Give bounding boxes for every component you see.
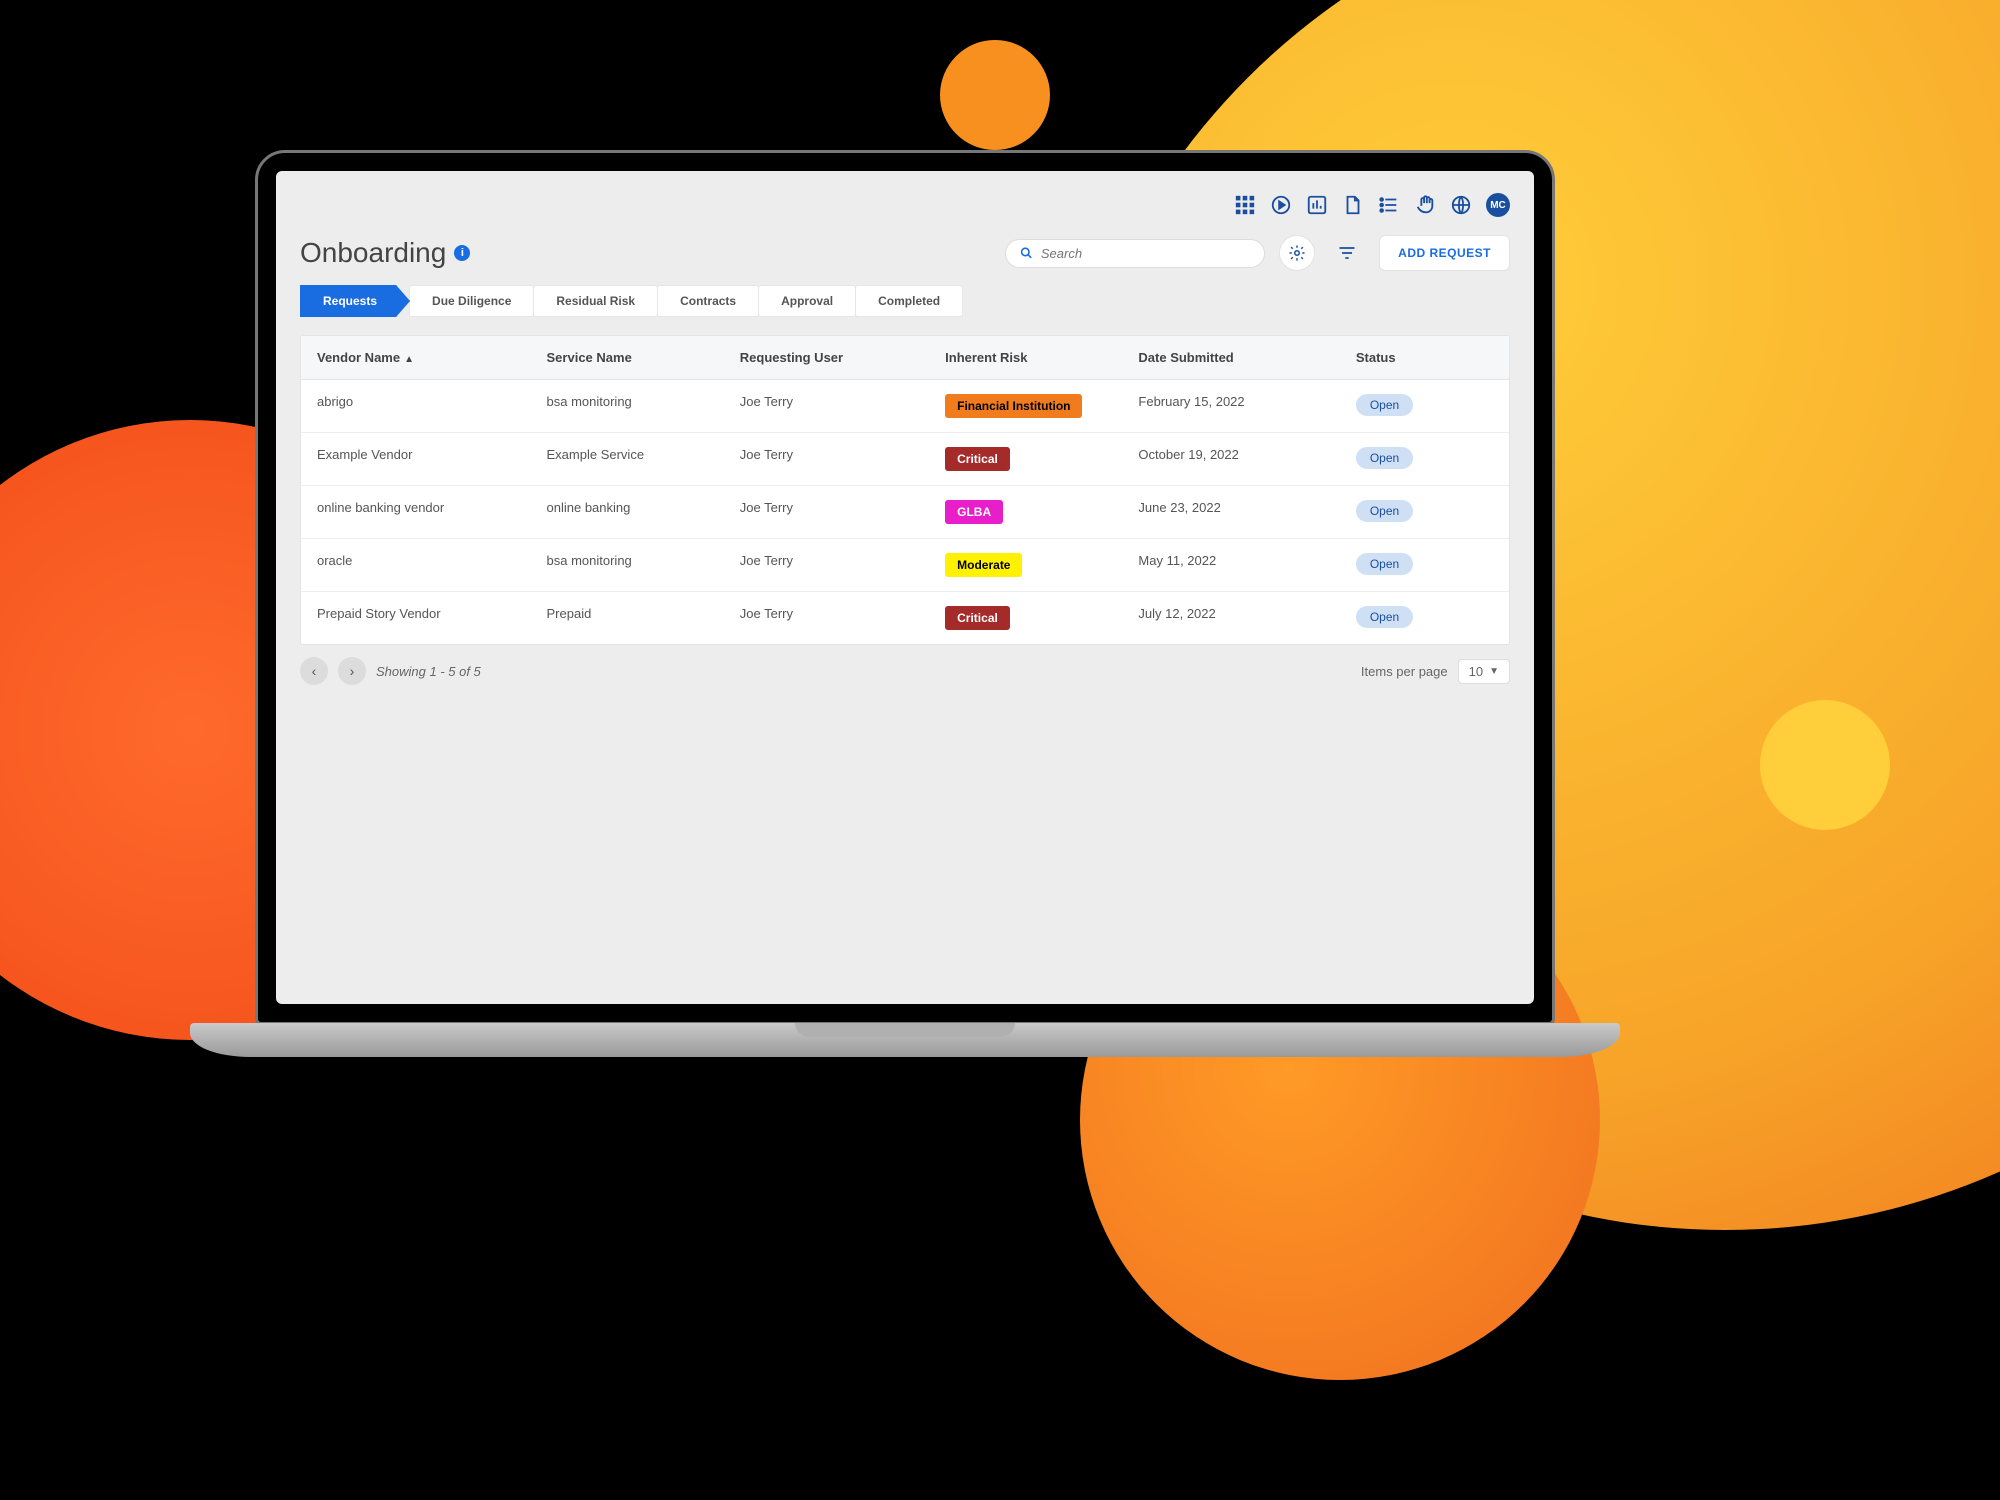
gear-icon: [1288, 244, 1306, 262]
cell-service: online banking: [531, 486, 724, 538]
status-pill[interactable]: Open: [1356, 394, 1413, 416]
tab-residual-risk[interactable]: Residual Risk: [533, 285, 658, 317]
risk-badge: Moderate: [945, 553, 1022, 577]
col-date[interactable]: Date Submitted: [1122, 336, 1339, 379]
list-icon[interactable]: [1378, 194, 1400, 216]
status-pill[interactable]: Open: [1356, 447, 1413, 469]
page-title: Onboarding i: [300, 237, 470, 269]
table-row[interactable]: Prepaid Story VendorPrepaidJoe Terry Crit…: [301, 592, 1509, 644]
filter-icon: [1337, 243, 1357, 263]
table-row[interactable]: Example VendorExample ServiceJoe Terry Cr…: [301, 433, 1509, 486]
cell-user: Joe Terry: [724, 433, 929, 485]
cell-status: Open: [1340, 592, 1509, 644]
filter-button[interactable]: [1329, 235, 1365, 271]
settings-button[interactable]: [1279, 235, 1315, 271]
cell-risk: Critical: [929, 592, 1122, 644]
cell-vendor: oracle: [301, 539, 531, 591]
table-header: Vendor Name▲ Service Name Requesting Use…: [301, 336, 1509, 380]
cell-status: Open: [1340, 433, 1509, 485]
cell-risk: Critical: [929, 433, 1122, 485]
cell-status: Open: [1340, 380, 1509, 432]
pager-showing-text: Showing 1 - 5 of 5: [376, 664, 481, 679]
items-per-page-select[interactable]: 10 ▼: [1458, 659, 1510, 684]
cell-user: Joe Terry: [724, 592, 929, 644]
hand-icon[interactable]: [1414, 194, 1436, 216]
risk-badge: Critical: [945, 447, 1010, 471]
cell-risk: GLBA: [929, 486, 1122, 538]
cell-date: October 19, 2022: [1122, 433, 1339, 485]
cell-risk: Financial Institution: [929, 380, 1122, 432]
add-request-button[interactable]: ADD REQUEST: [1379, 235, 1510, 271]
user-avatar[interactable]: MC: [1486, 193, 1510, 217]
cell-user: Joe Terry: [724, 539, 929, 591]
cell-vendor: abrigo: [301, 380, 531, 432]
chevron-left-icon: ‹: [312, 663, 317, 679]
document-icon[interactable]: [1342, 194, 1364, 216]
page-header: Onboarding i: [294, 235, 1516, 285]
chevron-down-icon: ▼: [1489, 666, 1499, 677]
tab-due-diligence[interactable]: Due Diligence: [409, 285, 534, 317]
col-service[interactable]: Service Name: [531, 336, 724, 379]
status-pill[interactable]: Open: [1356, 606, 1413, 628]
cell-date: February 15, 2022: [1122, 380, 1339, 432]
app-screen: MC Onboarding i: [276, 171, 1534, 1004]
laptop-mockup: MC Onboarding i: [190, 150, 1620, 1120]
requests-table: Vendor Name▲ Service Name Requesting Use…: [300, 335, 1510, 645]
cell-user: Joe Terry: [724, 380, 929, 432]
info-icon[interactable]: i: [454, 245, 470, 261]
cell-service: Prepaid: [531, 592, 724, 644]
col-user[interactable]: Requesting User: [724, 336, 929, 379]
risk-badge: GLBA: [945, 500, 1003, 524]
tab-requests[interactable]: Requests: [300, 285, 410, 317]
table-row[interactable]: online banking vendoronline bankingJoe T…: [301, 486, 1509, 539]
col-vendor[interactable]: Vendor Name▲: [301, 336, 531, 379]
table-row[interactable]: abrigobsa monitoringJoe Terry Financial I…: [301, 380, 1509, 433]
cell-vendor: Example Vendor: [301, 433, 531, 485]
cell-vendor: online banking vendor: [301, 486, 531, 538]
cell-service: bsa monitoring: [531, 380, 724, 432]
tab-contracts[interactable]: Contracts: [657, 285, 759, 317]
tab-completed[interactable]: Completed: [855, 285, 963, 317]
top-iconbar: MC: [294, 189, 1516, 235]
cell-vendor: Prepaid Story Vendor: [301, 592, 531, 644]
cell-date: May 11, 2022: [1122, 539, 1339, 591]
risk-badge: Critical: [945, 606, 1010, 630]
pager-prev-button[interactable]: ‹: [300, 657, 328, 685]
table-footer: ‹ › Showing 1 - 5 of 5 Items per page 10…: [294, 645, 1516, 697]
col-status[interactable]: Status: [1340, 336, 1509, 379]
status-pill[interactable]: Open: [1356, 553, 1413, 575]
cell-date: July 12, 2022: [1122, 592, 1339, 644]
col-risk[interactable]: Inherent Risk: [929, 336, 1122, 379]
chart-icon[interactable]: [1306, 194, 1328, 216]
cell-status: Open: [1340, 486, 1509, 538]
play-circle-icon[interactable]: [1270, 194, 1292, 216]
chevron-right-icon: ›: [350, 663, 355, 679]
cell-status: Open: [1340, 539, 1509, 591]
cell-risk: Moderate: [929, 539, 1122, 591]
search-input[interactable]: [1041, 246, 1250, 261]
risk-badge: Financial Institution: [945, 394, 1082, 418]
cell-date: June 23, 2022: [1122, 486, 1339, 538]
table-row[interactable]: oraclebsa monitoringJoe Terry Moderate May…: [301, 539, 1509, 592]
tab-approval[interactable]: Approval: [758, 285, 856, 317]
globe-icon[interactable]: [1450, 194, 1472, 216]
cell-service: bsa monitoring: [531, 539, 724, 591]
cell-service: Example Service: [531, 433, 724, 485]
pager-next-button[interactable]: ›: [338, 657, 366, 685]
workflow-tabs: RequestsDue DiligenceResidual RiskContra…: [294, 285, 1516, 335]
search-icon: [1020, 246, 1033, 260]
search-field[interactable]: [1005, 239, 1265, 268]
status-pill[interactable]: Open: [1356, 500, 1413, 522]
sort-asc-icon: ▲: [404, 354, 414, 365]
cell-user: Joe Terry: [724, 486, 929, 538]
items-per-page-label: Items per page: [1361, 664, 1448, 679]
apps-grid-icon[interactable]: [1234, 194, 1256, 216]
